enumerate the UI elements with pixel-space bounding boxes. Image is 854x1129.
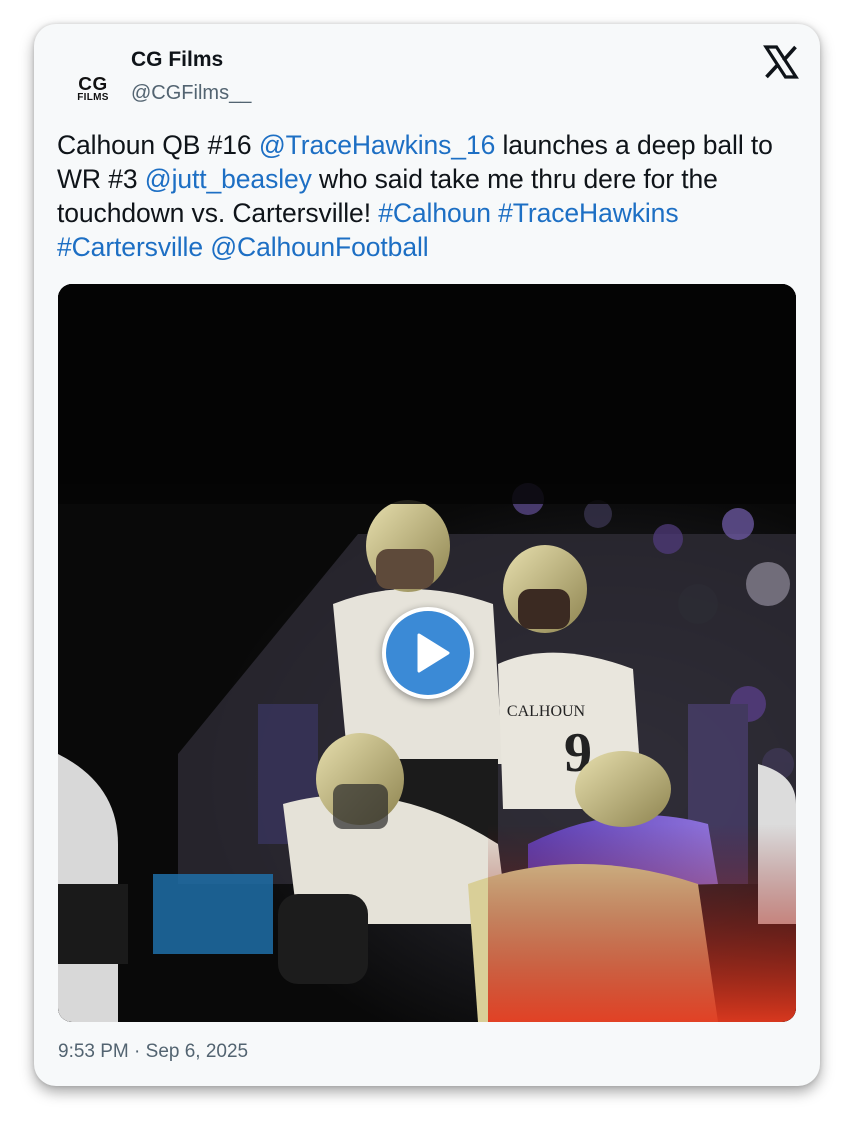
tweet-text: Calhoun QB #16 @TraceHawkins_16 launches… [57, 128, 807, 264]
hashtag-link[interactable]: #TraceHawkins [498, 198, 678, 228]
play-button[interactable] [382, 607, 474, 699]
mention-link[interactable]: @CalhounFootball [210, 232, 428, 262]
play-icon [417, 633, 450, 673]
mention-link[interactable]: @jutt_beasley [145, 164, 312, 194]
avatar[interactable]: CG FILMS [58, 54, 128, 124]
tweet-card: CG FILMS CG Films @CGFilms__ Calhoun QB … [34, 24, 820, 1086]
hashtag-link[interactable]: #Cartersville [57, 232, 203, 262]
avatar-logo-top: CG [78, 73, 108, 94]
video-media[interactable]: 9 CALHOUN [58, 284, 796, 1022]
tweet-timestamp[interactable]: 9:53 PM · Sep 6, 2025 [58, 1041, 248, 1063]
x-logo-icon[interactable] [761, 42, 801, 82]
mention-link[interactable]: @TraceHawkins_16 [259, 130, 496, 160]
hashtag-link[interactable]: #Calhoun [378, 198, 491, 228]
author-handle[interactable]: @CGFilms__ [131, 82, 251, 105]
jersey-name-text: CALHOUN [507, 703, 586, 720]
tweet-text-segment: Calhoun QB #16 [57, 130, 259, 160]
author-display-name[interactable]: CG Films [131, 48, 223, 72]
